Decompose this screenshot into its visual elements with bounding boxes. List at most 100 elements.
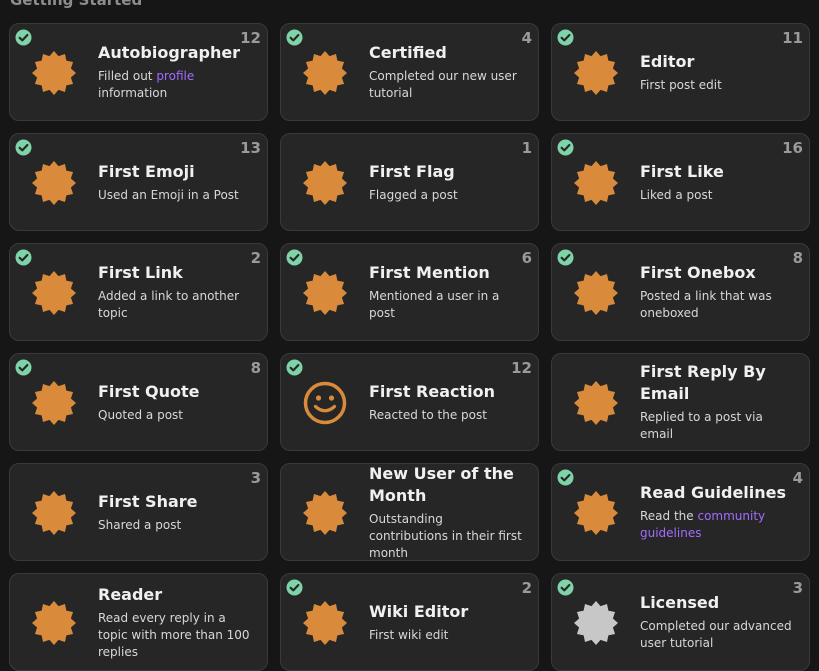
badge-body: First Like Liked a post (640, 134, 795, 230)
badge-icon (574, 271, 618, 315)
badge-card[interactable]: Reader Read every reply in a topic with m… (9, 573, 268, 671)
badge-card[interactable]: 4 Read Guidelines Read the community guide… (551, 463, 810, 561)
badge-card[interactable]: New User of the Month Outstanding contrib… (280, 463, 539, 561)
badge-description: Filled out profile information (98, 68, 253, 102)
badge-description-text: Liked a post (640, 187, 713, 202)
badge-description: Liked a post (640, 187, 795, 204)
badge-description: Completed our advanced user tutorial (640, 618, 795, 652)
badge-card[interactable]: 2 Wiki Editor First wiki edit (280, 573, 539, 671)
badge-description: Outstanding contributions in their first… (369, 511, 524, 562)
badge-name: New User of the Month (369, 463, 514, 505)
check-icon (557, 579, 574, 596)
badge-description: First post edit (640, 77, 795, 94)
badge-icon (303, 491, 347, 535)
badge-card[interactable]: 3 First Share Shared a post (9, 463, 268, 561)
badge-body: First Share Shared a post (98, 464, 253, 560)
badge-body: Wiki Editor First wiki edit (369, 574, 524, 670)
check-icon (557, 29, 574, 46)
badge-icon (32, 161, 76, 205)
badge-description-text: Posted a link that was oneboxed (640, 289, 772, 320)
badge-name: First Mention (369, 263, 490, 282)
badge-body: Autobiographer Filled out profile informa… (98, 24, 253, 120)
badge-body: First Emoji Used an Emoji in a Post (98, 134, 253, 230)
badge-description-text: Read every reply in a topic with more th… (98, 610, 250, 659)
badge-card[interactable]: 8 First Quote Quoted a post (9, 353, 268, 451)
badge-card[interactable]: 1 First Flag Flagged a post (280, 133, 539, 231)
badge-description: Replied to a post via email (640, 409, 795, 443)
badge-body: Reader Read every reply in a topic with m… (98, 574, 253, 670)
badge-body: Certified Completed our new user tutorial (369, 24, 524, 120)
badge-name: Certified (369, 43, 447, 62)
badge-description-text: Completed our advanced user tutorial (640, 619, 792, 650)
check-icon (15, 359, 32, 376)
badge-description-text: Flagged a post (369, 187, 458, 202)
badge-body: Read Guidelines Read the community guidel… (640, 464, 795, 560)
badge-icon (303, 601, 347, 645)
badge-name: Wiki Editor (369, 601, 469, 621)
badge-description-text: Filled out (98, 69, 157, 83)
badge-description: Reacted to the post (369, 407, 524, 424)
smile-icon (303, 381, 347, 425)
check-icon (557, 249, 574, 266)
badge-description-text: Reacted to the post (369, 407, 487, 422)
badge-description-text: Completed our new user tutorial (369, 69, 517, 100)
badge-description: Flagged a post (369, 187, 524, 204)
badge-name: Read Guidelines (640, 483, 787, 502)
badge-icon (32, 601, 76, 645)
badge-description-link[interactable]: profile (156, 69, 194, 83)
badge-name: Licensed (640, 593, 720, 612)
badge-description-text: Outstanding contributions in their first… (369, 511, 522, 560)
badge-icon (32, 271, 76, 315)
check-icon (15, 29, 32, 46)
check-icon (286, 249, 303, 266)
badge-description-text: Shared a post (98, 517, 182, 532)
check-icon (286, 359, 303, 376)
badge-body: First Reaction Reacted to the post (369, 354, 524, 450)
badge-body: New User of the Month Outstanding contrib… (369, 464, 524, 560)
badge-card[interactable]: 13 First Emoji Used an Emoji in a Post (9, 133, 268, 231)
badge-icon (303, 51, 347, 95)
badge-description-text: First post edit (640, 77, 722, 92)
check-icon (286, 579, 303, 596)
check-icon (15, 139, 32, 156)
badge-card[interactable]: 6 First Mention Mentioned a user in a post (280, 243, 539, 341)
badge-name: First Emoji (98, 161, 195, 181)
badge-description-text: Replied to a post via email (640, 410, 763, 441)
badge-description-text: Added a link to another topic (98, 289, 240, 320)
badge-name: Reader (98, 584, 163, 604)
badge-description: Read the community guidelines (640, 508, 795, 542)
badge-body: First Reply By Email Replied to a post vi… (640, 354, 795, 450)
badge-icon (303, 161, 347, 205)
badge-icon (32, 491, 76, 535)
badge-body: First Link Added a link to another topic (98, 244, 253, 340)
badge-card[interactable]: 12 Autobiographer Filled out profile infor… (9, 23, 268, 121)
check-icon (557, 469, 574, 486)
check-icon (286, 29, 303, 46)
badge-card[interactable]: 4 Certified Completed our new user tutoria… (280, 23, 539, 121)
badge-card[interactable]: 16 First Like Liked a post (551, 133, 810, 231)
badge-name: Editor (640, 51, 695, 71)
badge-description-text: Read the (640, 509, 698, 523)
badge-icon (574, 381, 618, 425)
badge-gray-icon (574, 601, 618, 645)
badge-card[interactable]: 12 First Reaction Reacted to the post (280, 353, 539, 451)
badge-icon (303, 271, 347, 315)
badge-card[interactable]: 3 Licensed Completed our advanced user tut… (551, 573, 810, 671)
badge-description: Mentioned a user in a post (369, 288, 524, 322)
badge-description: Completed our new user tutorial (369, 68, 524, 102)
badge-description-text: Quoted a post (98, 407, 183, 422)
badge-name: First Share (98, 491, 198, 511)
badge-description: Shared a post (98, 517, 253, 534)
badge-card[interactable]: 11 Editor First post edit (551, 23, 810, 121)
badge-body: First Onebox Posted a link that was onebo… (640, 244, 795, 340)
badge-body: Editor First post edit (640, 24, 795, 120)
badge-card[interactable]: 2 First Link Added a link to another topic (9, 243, 268, 341)
badge-description: Added a link to another topic (98, 288, 253, 322)
badge-name: First Onebox (640, 263, 756, 282)
badge-card[interactable]: 8 First Onebox Posted a link that was oneb… (551, 243, 810, 341)
badge-name: First Quote (98, 381, 200, 401)
badge-card[interactable]: First Reply By Email Replied to a post vi… (551, 353, 810, 451)
badge-description: First wiki edit (369, 627, 524, 644)
badge-description-text-after: information (98, 86, 168, 100)
section-title: Getting Started (10, 0, 143, 9)
